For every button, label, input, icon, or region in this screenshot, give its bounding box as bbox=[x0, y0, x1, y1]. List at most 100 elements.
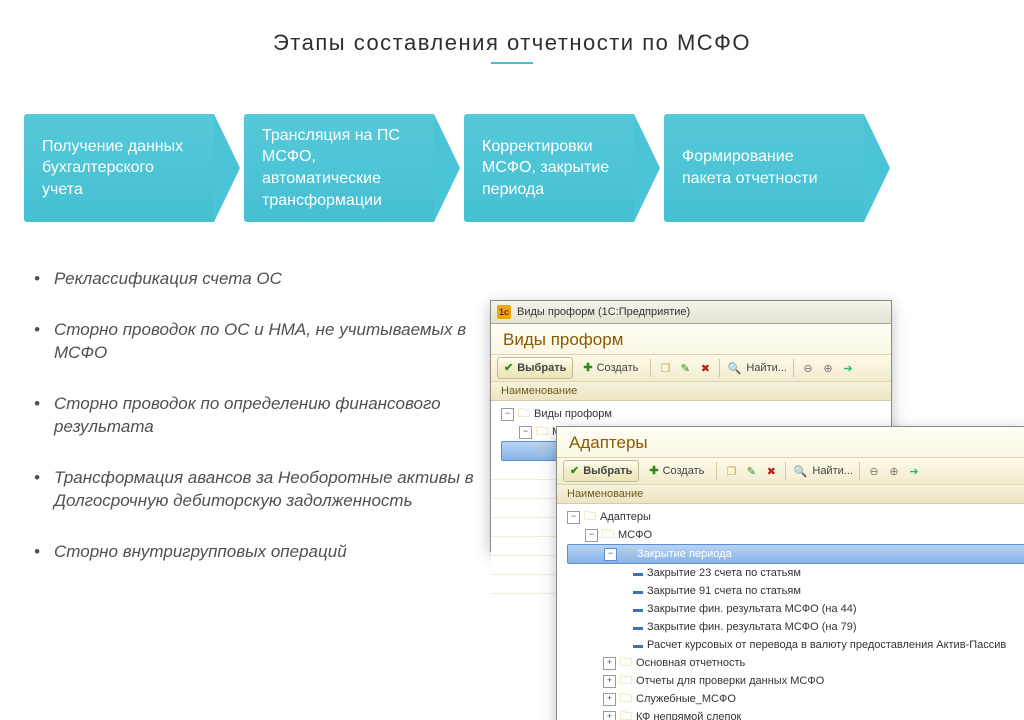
zoom-in-icon[interactable]: ⊕ bbox=[820, 360, 836, 376]
separator bbox=[859, 462, 860, 480]
zoom-in-icon[interactable]: ⊕ bbox=[886, 463, 902, 479]
tree-label: Виды проформ bbox=[534, 408, 612, 420]
tree-label: Закрытие фин. результата МСФО (на 79) bbox=[647, 621, 857, 633]
tree-item[interactable]: ▬Закрытие фин. результата МСФО (на 79) bbox=[567, 618, 1024, 636]
folder-icon: 🗀 bbox=[518, 404, 530, 425]
tree-root[interactable]: −🗀Адаптеры bbox=[567, 508, 1024, 526]
window-adapters: Адаптеры ✔ Выбрать ✚ Создать ❐ ✎ ✖ 🔍 Найти… bbox=[556, 426, 1024, 720]
tree-item[interactable]: ▬Закрытие 23 счета по статьям bbox=[567, 564, 1024, 582]
plus-icon: ✚ bbox=[649, 466, 658, 477]
toolbar: ✔ Выбрать ✚ Создать ❐ ✎ ✖ 🔍 Найти... ⊖ ⊕ ➔ bbox=[491, 354, 891, 382]
item-icon: ▬ bbox=[633, 640, 643, 651]
bullet-4: Трансформация авансов за Необоротные акт… bbox=[30, 467, 500, 513]
screenshots: 1c Виды проформ (1С:Предприятие) Виды пр… bbox=[490, 300, 1024, 720]
title-underline bbox=[491, 62, 533, 64]
collapse-icon[interactable]: − bbox=[604, 548, 617, 561]
step-2: Трансляция на ПС МСФО, автоматические тр… bbox=[244, 114, 434, 222]
expand-icon[interactable]: + bbox=[603, 675, 616, 688]
bullet-list: Реклассификация счета ОС Сторно проводок… bbox=[30, 268, 500, 564]
find-icon[interactable]: 🔍 bbox=[792, 463, 808, 479]
separator bbox=[719, 359, 720, 377]
tree-label: Расчет курсовых от перевода в валюту пре… bbox=[647, 639, 1006, 651]
column-header[interactable]: Наименование bbox=[491, 382, 891, 401]
expand-icon[interactable]: + bbox=[603, 693, 616, 706]
item-icon: ▬ bbox=[633, 604, 643, 615]
delete-icon[interactable]: ✖ bbox=[697, 360, 713, 376]
copy-icon[interactable]: ❐ bbox=[657, 360, 673, 376]
select-label: Выбрать bbox=[517, 362, 566, 374]
step-4: Формирование пакета отчетности bbox=[664, 114, 864, 222]
nav-icon[interactable]: ➔ bbox=[840, 360, 856, 376]
collapse-icon[interactable]: − bbox=[585, 529, 598, 542]
zoom-out-icon[interactable]: ⊖ bbox=[800, 360, 816, 376]
create-label: Создать bbox=[663, 465, 705, 477]
find-icon[interactable]: 🔍 bbox=[726, 360, 742, 376]
collapse-icon[interactable]: − bbox=[567, 511, 580, 524]
select-button[interactable]: ✔ Выбрать bbox=[497, 357, 573, 379]
edit-icon[interactable]: ✎ bbox=[677, 360, 693, 376]
app-icon: 1c bbox=[497, 305, 511, 319]
select-button[interactable]: ✔ Выбрать bbox=[563, 460, 639, 482]
expand-icon[interactable]: + bbox=[603, 657, 616, 670]
folder-icon: 🗀 bbox=[621, 544, 633, 565]
collapse-icon[interactable]: − bbox=[501, 408, 514, 421]
step-3-label: Корректировки МСФО, закрытие периода bbox=[482, 136, 612, 201]
folder-icon: 🗀 bbox=[620, 707, 632, 720]
tree-folder[interactable]: +🗀Отчеты для проверки данных МСФО bbox=[567, 672, 1024, 690]
tree-label: МСФО bbox=[618, 529, 652, 541]
tree: −🗀Адаптеры −🗀МСФО −🗀Закрытие периода ▬За… bbox=[557, 504, 1024, 720]
delete-icon[interactable]: ✖ bbox=[763, 463, 779, 479]
form-caption: Виды проформ bbox=[491, 324, 891, 354]
item-icon: ▬ bbox=[633, 586, 643, 597]
find-label[interactable]: Найти... bbox=[812, 465, 853, 477]
bullet-3: Сторно проводок по определению финансово… bbox=[30, 393, 500, 439]
tree-folder[interactable]: +🗀Служебные_МСФО bbox=[567, 690, 1024, 708]
folder-icon: 🗀 bbox=[538, 441, 550, 462]
check-icon: ✔ bbox=[504, 363, 513, 374]
window-title: Виды проформ (1С:Предприятие) bbox=[517, 306, 690, 318]
step-4-label: Формирование пакета отчетности bbox=[682, 146, 842, 189]
column-header[interactable]: Наименование bbox=[557, 485, 1024, 504]
slide-title: Этапы составления отчетности по МСФО bbox=[30, 30, 994, 56]
tree-item[interactable]: ▬ Закрытие 91 счета по статьям bbox=[567, 582, 1024, 600]
step-1: Получение данных бухгалтерского учета bbox=[24, 114, 214, 222]
edit-icon[interactable]: ✎ bbox=[743, 463, 759, 479]
tree-label: КФ непрямой слепок bbox=[636, 711, 741, 720]
zoom-out-icon[interactable]: ⊖ bbox=[866, 463, 882, 479]
expand-icon[interactable]: + bbox=[603, 711, 616, 720]
separator bbox=[650, 359, 651, 377]
create-label: Создать bbox=[597, 362, 639, 374]
tree-label: Закрытие 91 счета по статьям bbox=[647, 585, 801, 597]
tree-folder[interactable]: + 🗀 КФ непрямой слепок bbox=[567, 708, 1024, 720]
step-2-label: Трансляция на ПС МСФО, автоматические тр… bbox=[262, 125, 412, 211]
process-steps: Получение данных бухгалтерского учета Тр… bbox=[24, 114, 994, 222]
create-button[interactable]: ✚ Создать bbox=[577, 358, 644, 378]
step-1-label: Получение данных бухгалтерского учета bbox=[42, 136, 192, 201]
collapse-icon[interactable]: − bbox=[519, 426, 532, 439]
tree-closing[interactable]: −🗀 Закрытие периода bbox=[567, 544, 1024, 564]
separator bbox=[793, 359, 794, 377]
tree-root[interactable]: −🗀 Виды проформ bbox=[501, 405, 891, 423]
bullet-2: Сторно проводок по ОС и НМА, не учитывае… bbox=[30, 319, 500, 365]
find-label[interactable]: Найти... bbox=[746, 362, 787, 374]
tree-label: Закрытие периода bbox=[637, 548, 732, 560]
window-titlebar: 1c Виды проформ (1С:Предприятие) bbox=[491, 301, 891, 324]
toolbar: ✔ Выбрать ✚ Создать ❐ ✎ ✖ 🔍 Найти... ⊖ ⊕ ➔ bbox=[557, 457, 1024, 485]
item-icon: ▬ bbox=[633, 568, 643, 579]
tree-msfo[interactable]: −🗀 МСФО bbox=[567, 526, 1024, 544]
step-3: Корректировки МСФО, закрытие периода bbox=[464, 114, 634, 222]
select-label: Выбрать bbox=[583, 465, 632, 477]
nav-icon[interactable]: ➔ bbox=[906, 463, 922, 479]
create-button[interactable]: ✚ Создать bbox=[643, 461, 710, 481]
copy-icon[interactable]: ❐ bbox=[723, 463, 739, 479]
check-icon: ✔ bbox=[570, 466, 579, 477]
form-caption: Адаптеры bbox=[557, 427, 1024, 457]
separator bbox=[716, 462, 717, 480]
plus-icon: ✚ bbox=[583, 363, 592, 374]
tree-item[interactable]: ▬ Расчет курсовых от перевода в валюту пр… bbox=[567, 636, 1024, 654]
folder-icon: 🗀 bbox=[602, 525, 614, 546]
tree-label: Основная отчетность bbox=[636, 657, 745, 669]
folder-icon: 🗀 bbox=[584, 507, 596, 528]
tree-folder[interactable]: +🗀Основная отчетность bbox=[567, 654, 1024, 672]
tree-item[interactable]: ▬Закрытие фин. результата МСФО (на 44) bbox=[567, 600, 1024, 618]
